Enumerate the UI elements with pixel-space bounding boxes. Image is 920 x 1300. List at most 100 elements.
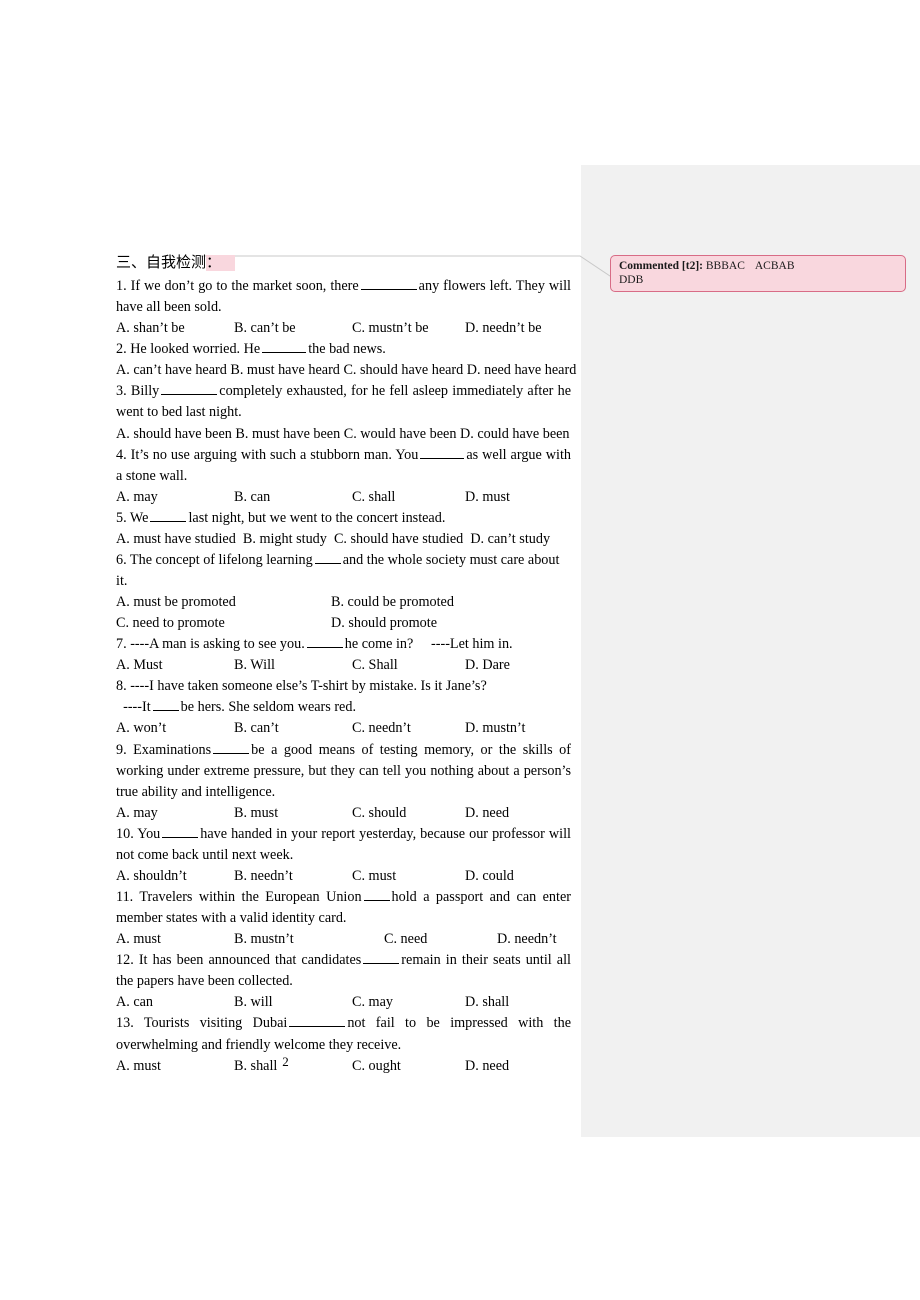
q10-option-a[interactable]: A. shouldn’t [116,866,234,887]
q7-option-a[interactable]: A. Must [116,655,234,676]
q10-option-b[interactable]: B. needn’t [234,866,352,887]
q4-option-c[interactable]: C. shall [352,487,465,508]
q8-blank[interactable] [152,697,179,712]
q12-option-a[interactable]: A. can [116,992,234,1013]
question-6-options-row2: C. need to promote D. should promote [116,613,571,634]
q11-option-a[interactable]: A. must [116,929,234,950]
q8-option-d[interactable]: D. mustn’t [465,718,525,739]
q5-stem-after: last night, but we went to the concert i… [188,509,446,526]
q1-option-c[interactable]: C. mustn’t be [352,318,465,339]
q3-option-c[interactable]: C. would have been [344,426,457,442]
question-10-stem: 10. You have handed in your report yester… [116,824,571,866]
q6-option-d[interactable]: D. should promote [331,615,437,631]
q5-stem-before: 5. We [116,509,149,526]
question-2-stem: 2. He looked worried. He the bad news. [116,339,571,360]
q1-blank[interactable] [360,276,417,291]
q1-option-b[interactable]: B. can’t be [234,318,352,339]
q2-option-b[interactable]: B. must have heard [230,362,340,378]
q11-option-c[interactable]: C. need [384,929,497,950]
q5-option-a[interactable]: A. must have studied [116,531,236,547]
q3-option-a[interactable]: A. should have been [116,426,232,442]
question-12-options: A. can B. will C. may D. shall [116,992,571,1013]
q4-blank[interactable] [420,445,465,459]
q5-option-b[interactable]: B. might study [243,531,327,547]
q2-option-a[interactable]: A. can’t have heard [116,362,227,378]
comment-label: Commented [t2]: [619,260,703,272]
question-9-options: A. may B. must C. should D. need [116,803,571,824]
q9-option-d[interactable]: D. need [465,803,509,824]
comment-body-line1-a: BBBAC [705,260,745,272]
q3-stem-before: 3. Billy [116,383,160,400]
question-8-stem-line2: ----It be hers. She seldom wears red. [116,697,571,718]
q7-stem-before: 7. ----A man is asking to see you. [116,636,305,653]
q13-blank[interactable] [289,1013,346,1028]
question-4-stem: 4. It’s no use arguing with such a stubb… [116,445,571,487]
question-12-stem: 12. It has been announced that candidate… [116,950,571,992]
q1-option-d[interactable]: D. needn’t be [465,318,542,339]
q5-blank[interactable] [150,508,187,522]
q7-blank[interactable] [306,634,343,649]
q1-option-a[interactable]: A. shan’t be [116,318,234,339]
q9-option-a[interactable]: A. may [116,803,234,824]
q4-option-d[interactable]: D. must [465,487,510,508]
section-heading-highlight: ： [206,255,236,271]
question-11-options: A. must B. mustn’t C. need D. needn’t [116,929,571,950]
page-number: 2 [282,1054,289,1069]
q10-option-c[interactable]: C. must [352,866,465,887]
question-8-options: A. won’t B. can’t C. needn’t D. mustn’t [116,718,571,739]
q7-stem-after: he come in? [344,636,414,653]
q2-option-c[interactable]: C. should have heard [343,362,463,378]
q6-blank[interactable] [314,550,341,564]
section-heading: 三、自我检测： [116,253,571,274]
question-7-stem: 7. ----A man is asking to see you. he com… [116,634,571,655]
q7-option-d[interactable]: D. Dare [465,655,510,676]
q11-blank[interactable] [363,887,390,902]
q10-option-d[interactable]: D. could [465,866,514,887]
q6-option-c[interactable]: C. need to promote [116,613,331,634]
q12-blank[interactable] [363,950,400,965]
q11-option-b[interactable]: B. mustn’t [234,929,384,950]
q11-option-d[interactable]: D. needn’t [497,929,557,950]
comment-balloon[interactable]: Commented [t2]: BBBAC ACBAB DDB [610,255,906,292]
question-13-stem: 13. Tourists visiting Dubai not fail to b… [116,1013,571,1055]
document-text-column: 三、自我检测： 1. If we don’t go to the market … [116,253,576,1077]
comment-body-line2: DDB [619,274,644,286]
q8-option-b[interactable]: B. can’t [234,718,352,739]
q3-option-d[interactable]: D. could have been [460,426,570,442]
q9-stem-before: 9. Examinations [116,741,212,758]
q9-option-c[interactable]: C. should [352,803,465,824]
q3-blank[interactable] [161,381,218,396]
question-10-options: A. shouldn’t B. needn’t C. must D. could [116,866,571,887]
q8-option-a[interactable]: A. won’t [116,718,234,739]
q12-option-d[interactable]: D. shall [465,992,509,1013]
q7-option-c[interactable]: C. Shall [352,655,465,676]
q2-stem-after: the bad news. [308,341,386,358]
q10-stem-before: 10. You [116,825,161,842]
q2-blank[interactable] [262,339,307,354]
comment-body-line1-b: ACBAB [754,260,795,272]
q8-stem-before: ----It [123,699,151,716]
question-3-options: A. should have been B. must have been C.… [116,424,571,445]
q3-option-b[interactable]: B. must have been [235,426,340,442]
q1-stem-before: 1. If we don’t go to the market soon, th… [116,278,359,295]
q10-blank[interactable] [162,824,199,838]
q6-option-a[interactable]: A. must be promoted [116,592,331,613]
question-5-stem: 5. We last night, but we went to the conc… [116,508,571,529]
q4-option-a[interactable]: A. may [116,487,234,508]
q6-option-b[interactable]: B. could be promoted [331,594,454,610]
q6-stem-before: 6. The concept of lifelong learning [116,551,313,568]
q5-option-c[interactable]: C. should have studied [334,531,463,547]
q9-option-b[interactable]: B. must [234,803,352,824]
q4-option-b[interactable]: B. can [234,487,352,508]
q2-option-d[interactable]: D. need have heard [467,362,577,378]
q7-option-b[interactable]: B. Will [234,655,352,676]
q12-option-c[interactable]: C. may [352,992,465,1013]
q12-option-b[interactable]: B. will [234,992,352,1013]
question-6-options-row1: A. must be promoted B. could be promoted [116,592,571,613]
q8-option-c[interactable]: C. needn’t [352,718,465,739]
q5-option-d[interactable]: D. can’t study [470,531,550,547]
question-11-stem: 11. Travelers within the European Union h… [116,887,571,929]
question-5-options: A. must have studied B. might study C. s… [116,529,571,550]
q9-blank[interactable] [213,740,250,754]
question-6-stem: 6. The concept of lifelong learning and t… [116,550,571,592]
